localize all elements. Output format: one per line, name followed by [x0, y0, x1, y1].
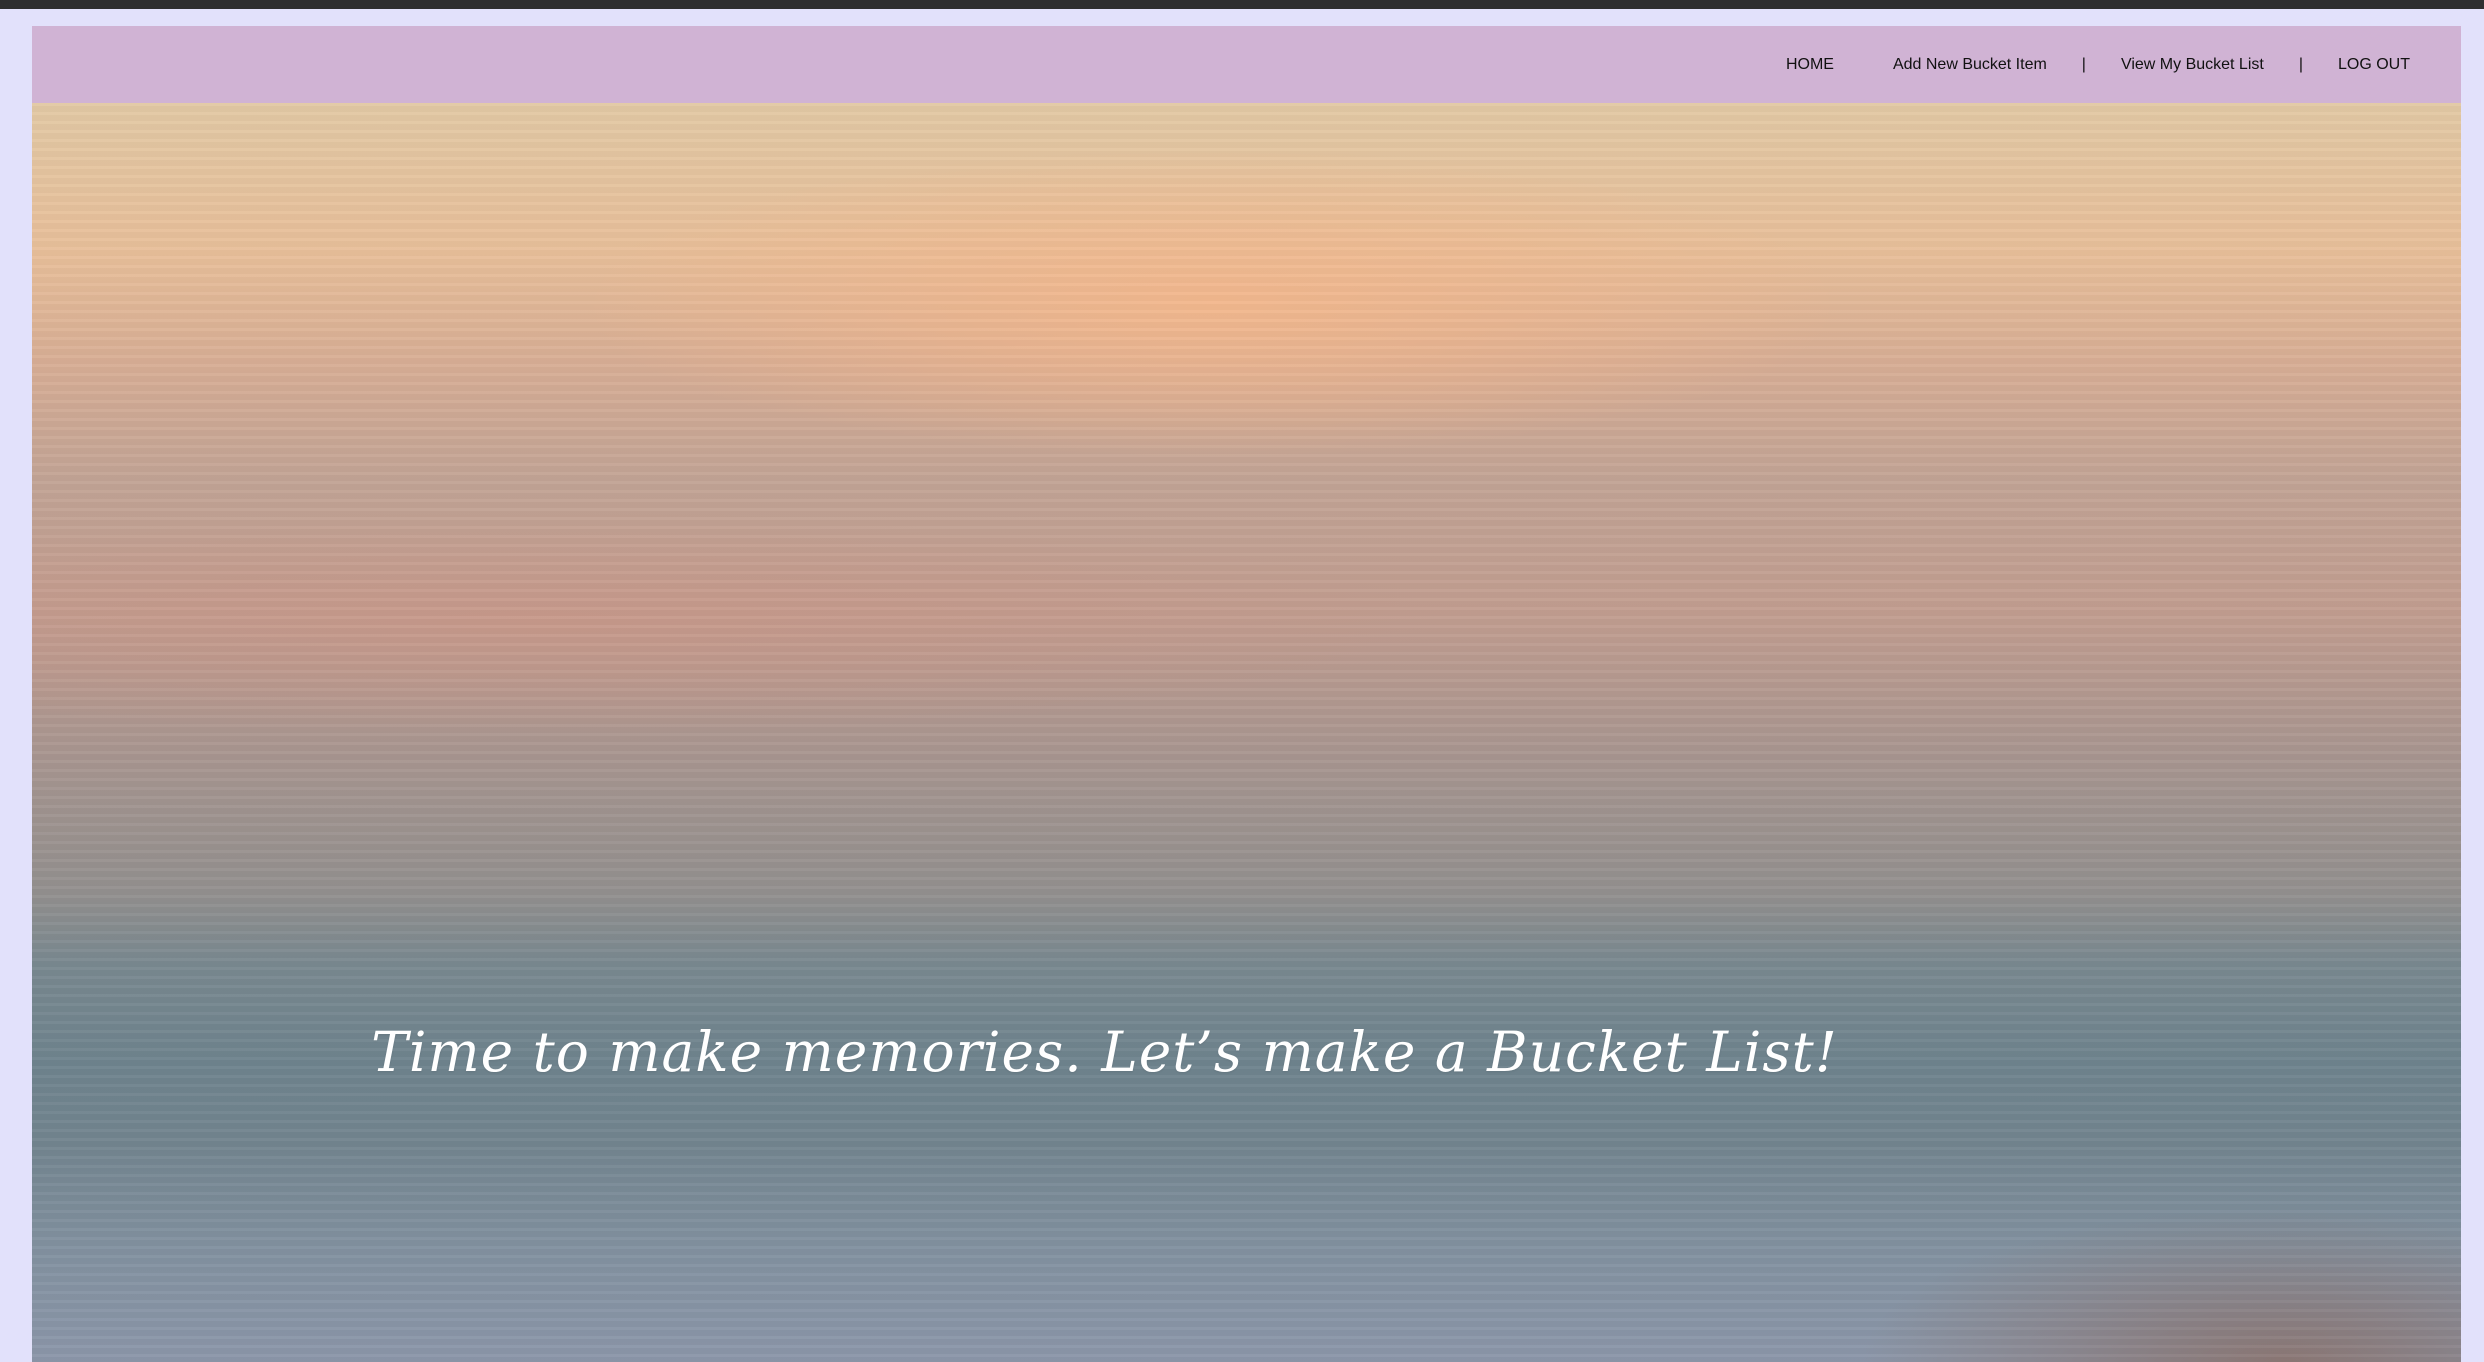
- hero-section: Time to make memories. Let’s make a Buck…: [32, 103, 2461, 1362]
- nav-home-link[interactable]: HOME: [1786, 56, 1834, 74]
- page-frame: HOME Add New Bucket Item | View My Bucke…: [32, 26, 2461, 1362]
- nav-separator: |: [2298, 55, 2303, 73]
- navbar: HOME Add New Bucket Item | View My Bucke…: [32, 26, 2461, 103]
- nav-separator: |: [2081, 55, 2086, 73]
- hero-tagline: Time to make memories. Let’s make a Buck…: [371, 1020, 1838, 1084]
- browser-top-strip: [0, 0, 2484, 9]
- nav-logout-link[interactable]: LOG OUT: [2338, 56, 2410, 74]
- nav-add-new-bucket-item-link[interactable]: Add New Bucket Item: [1893, 56, 2047, 74]
- nav-view-bucket-list-link[interactable]: View My Bucket List: [2121, 56, 2264, 74]
